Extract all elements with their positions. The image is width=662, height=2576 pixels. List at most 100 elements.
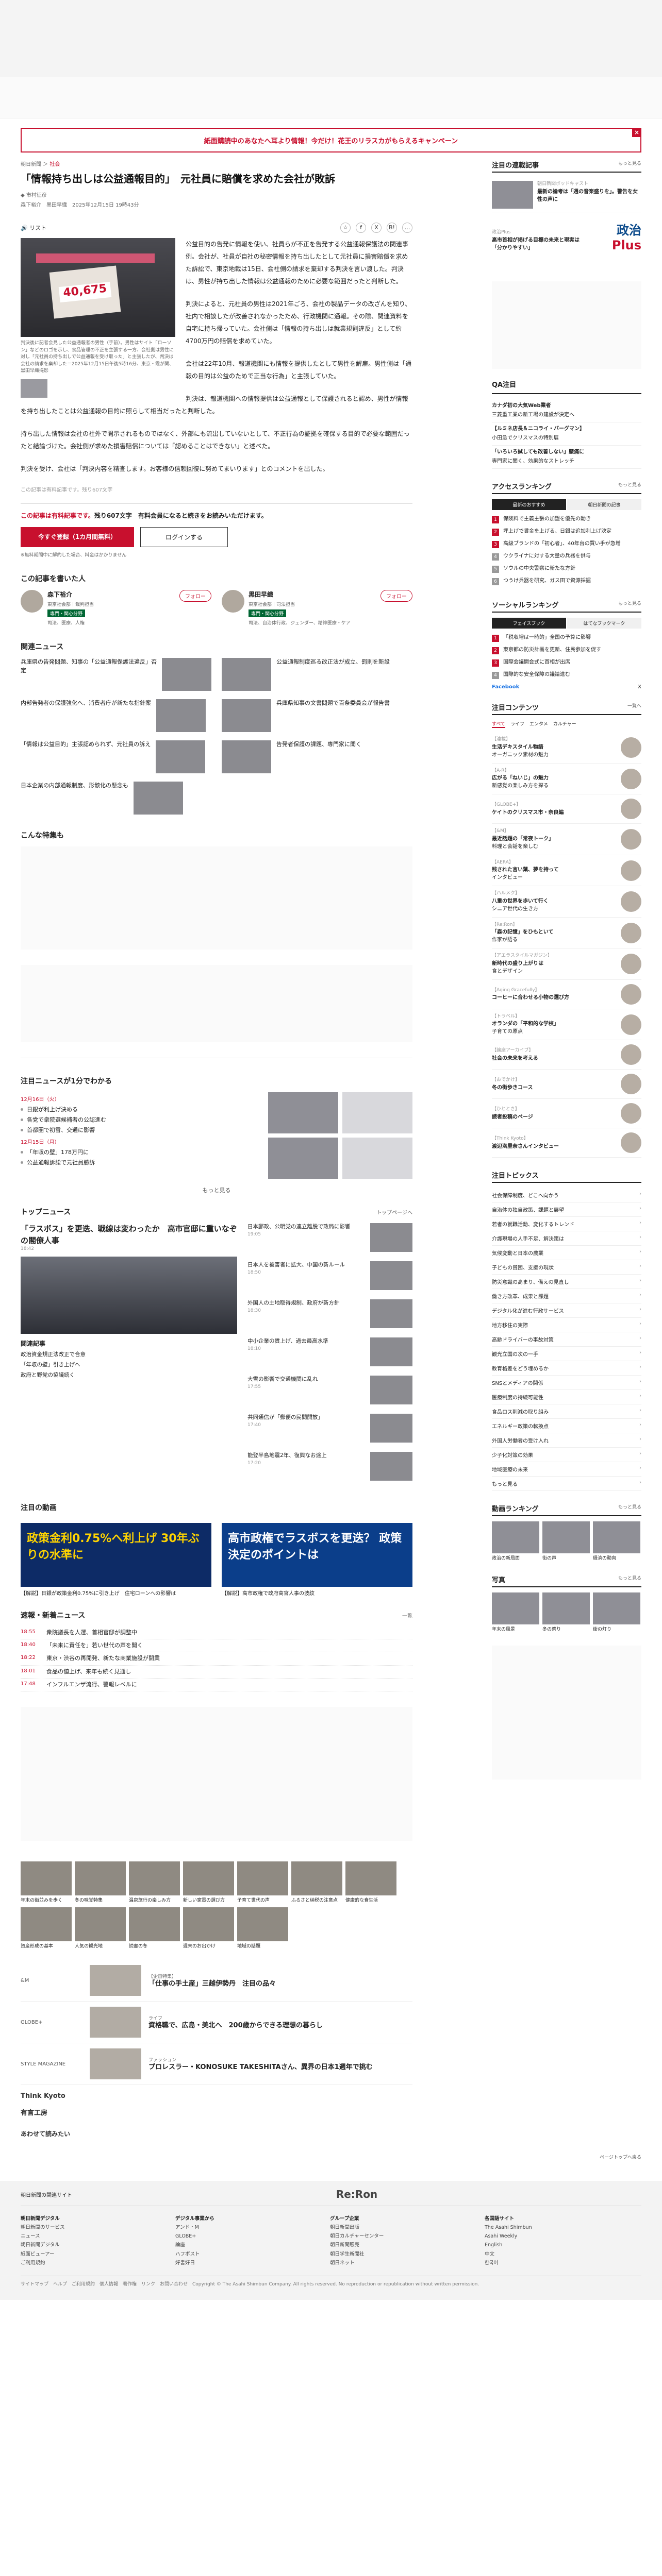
list-item[interactable]: 18:40 「未来に責任を」若い世代の声を聞く <box>21 1639 412 1653</box>
list-item[interactable]: 内部告発者の保護強化へ、消費者庁が新たな指針案 <box>21 699 211 732</box>
more-link[interactable]: もっと見る <box>618 1503 641 1513</box>
facebook-follow[interactable]: Facebook <box>492 684 519 690</box>
list-item[interactable]: 18:01 食品の値上げ、来年も続く見通し <box>21 1666 412 1679</box>
more-link[interactable]: もっと見る <box>618 1574 641 1584</box>
more-icon[interactable]: … <box>402 223 412 233</box>
x-follow[interactable]: X <box>638 684 641 690</box>
topic-item[interactable]: SNSとメディアの関係 › <box>492 1376 641 1391</box>
follow-button[interactable]: フォロー <box>179 590 211 602</box>
partner-item[interactable]: GLOBE+ ライフ 資格職で、広島・美北へ 200歳からできる理想の暮らし <box>21 2002 412 2044</box>
topic-item[interactable]: 高齢ドライバーの事故対策 › <box>492 1332 641 1347</box>
footer-link[interactable]: 朝日新聞デジタル <box>21 2241 155 2249</box>
tab-facebook[interactable]: フェイスブック <box>492 618 566 629</box>
tab-all[interactable]: すべて <box>492 720 506 728</box>
promo-item[interactable]: 年末の街並みを歩く <box>21 1861 72 1904</box>
topic-item[interactable]: 医療制度の持続可能性 › <box>492 1390 641 1405</box>
more-link[interactable]: もっと見る <box>618 160 641 170</box>
list-item[interactable]: 日本企業の内部通報制度、形骸化の懸念も <box>21 782 211 815</box>
footer-link[interactable]: 朝日ネット <box>330 2259 464 2267</box>
ranking-item[interactable]: 2 坪上げで賃金を上げる、日銀は追加利上げ決定 <box>492 526 641 538</box>
partner-item[interactable]: STYLE MAGAZINE ファッション プロレスラー・KONOSUKE TAKE… <box>21 2043 412 2086</box>
list-item[interactable]: 公益通報制度巡る改正法が成立、罰則を新設 <box>222 658 412 691</box>
promo-item[interactable]: 子育て世代の声 <box>237 1861 288 1904</box>
promo-item[interactable]: 健康的な食生活 <box>345 1861 396 1904</box>
topic-item[interactable]: 地方移住の実際 › <box>492 1318 641 1333</box>
footer-logo[interactable]: Re:Ron <box>336 2188 377 2200</box>
news-row[interactable]: 共同通信が「郵便の民間開放」 17:40 <box>247 1414 412 1447</box>
topic-item[interactable]: 自治体の独自政策、課題と展望 › <box>492 1202 641 1217</box>
x-icon[interactable]: X <box>371 223 382 233</box>
serial-item[interactable]: 【AERA】 残された言い葉、夢を持って インタビュー <box>492 855 641 887</box>
serial-item[interactable]: 【アエラスタイルマガジン】 新時代の盛り上がりは 食とデザイン <box>492 948 641 980</box>
digest-item[interactable]: 各党で衆院選候補者の公認進む <box>21 1115 247 1125</box>
footer-link[interactable]: ご利用規約 <box>21 2259 155 2267</box>
qa-item[interactable]: 【ルミネ店長＆ニコライ・バーグマン】 小田急でクリスマスの特別展 <box>492 422 641 446</box>
digest-item[interactable]: 「年収の壁」178万円に <box>21 1147 247 1158</box>
footer-link[interactable]: 好書好日 <box>175 2259 309 2267</box>
tab-recommend[interactable]: 最新のおすすめ <box>492 499 566 511</box>
list-item[interactable]: 「情報は公益目的」主張認められず、元社員の訴え <box>21 740 211 773</box>
footer-link[interactable]: 紙面ビューアー <box>21 2250 155 2259</box>
serial-item[interactable]: 【Think Kyoto】 渡辺満里奈さんインタビュー <box>492 1128 641 1158</box>
topic-item[interactable]: デジタル化が進む行政サービス › <box>492 1303 641 1318</box>
photo-thumb[interactable] <box>21 379 47 398</box>
footer-link[interactable]: GLOBE+ <box>175 2232 309 2241</box>
news-row[interactable]: 日本郵政、公明党の連立離脱で政局に影響 19:05 <box>247 1223 412 1256</box>
serial-item[interactable]: 【連載】 生活デキスタイル物語 オーガニック素材の魅力 <box>492 732 641 764</box>
latest-more[interactable]: 一覧 <box>402 1612 412 1619</box>
footer-link[interactable]: ハフポスト <box>175 2250 309 2259</box>
serial-item[interactable]: 【論座アーカイブ】 社会の未来を考える <box>492 1040 641 1070</box>
writer-card[interactable]: 黒田早織 東京社会部｜司法担当 専門・関心分野 司法、自治体行政、ジェンダー、精… <box>222 590 412 626</box>
footer-link[interactable]: 한국어 <box>485 2259 619 2267</box>
topic-item[interactable]: 少子化対策の効果 › <box>492 1448 641 1463</box>
qa-item[interactable]: カナダ初の大気Web業者 三菱重工業の新工場の建設が決定へ <box>492 399 641 423</box>
rel-item[interactable]: 政治資金規正法改正で合意 <box>21 1350 237 1360</box>
partner-item[interactable]: &M 【企画特集】 「仕事の手土産」三越伊勢丹 注目の品々 <box>21 1960 412 2002</box>
ranking-item[interactable]: 1 保険料で主義主張の加盟を優先の動き <box>492 513 641 526</box>
ranking-item[interactable]: 3 国際会議開会式に首相が出席 <box>492 656 641 669</box>
promo-item[interactable]: 地域の話題 <box>237 1907 288 1950</box>
brand-logo[interactable]: Think Kyoto <box>21 2092 412 2100</box>
ranking-item[interactable]: 5 ソウルの中央警察に新たな方針 <box>492 563 641 575</box>
topic-item[interactable]: 社会保障制度、どこへ向かう › <box>492 1188 641 1203</box>
crumb-section[interactable]: 朝日新聞 <box>21 162 41 167</box>
serial-item[interactable]: 【ハルメク】 八重の世界を歩いて行く シニア世代の生き方 <box>492 886 641 918</box>
serial-item[interactable]: 【ひととき】 読者投稿のページ <box>492 1099 641 1129</box>
author[interactable]: 市村征彦 <box>26 193 47 198</box>
topic-item[interactable]: 若者の就職活動、変化するトレンド › <box>492 1217 641 1232</box>
footer-link[interactable]: 論座 <box>175 2241 309 2249</box>
video-carousel[interactable] <box>492 1521 641 1554</box>
plus-promo[interactable]: 政治Plus 高市首相が掲げる目標の未来と現実は「分かりやすい」 政治 Plus <box>492 212 641 269</box>
facebook-icon[interactable]: f <box>356 223 366 233</box>
topic-item[interactable]: 食品ロス削減の取り組み › <box>492 1404 641 1419</box>
topic-item[interactable]: 介護現場の人手不足、解決策は › <box>492 1231 641 1246</box>
tab-culture[interactable]: カルチャー <box>553 720 576 728</box>
news-row[interactable]: 日本人を被害者に拡大、中国の新ルール 18:50 <box>247 1261 412 1294</box>
more-link[interactable]: 一覧へ <box>627 702 641 712</box>
topic-item[interactable]: 教育格差をどう埋めるか › <box>492 1361 641 1376</box>
digest-images[interactable] <box>268 1092 412 1179</box>
writer-name[interactable]: 黒田早織 <box>249 590 351 599</box>
qa-item[interactable]: 「いろいろ試しても改善しない」腰痛に 専門家に聞く、効果的なストレッチ <box>492 446 641 469</box>
lead-image[interactable] <box>21 1257 237 1334</box>
topnews-more[interactable]: トップページへ <box>376 1208 412 1216</box>
list-item[interactable]: 告発者保護の課題、専門家に聞く <box>222 740 412 773</box>
promo-item[interactable]: 冬の味覚特集 <box>75 1861 126 1904</box>
news-row[interactable]: 外国人の土地取得規制、政府が新方針 18:30 <box>247 1299 412 1332</box>
tab-hatena[interactable]: はてなブックマーク <box>567 618 641 629</box>
serial-item[interactable]: 【GLOBE+】 ケイトのクリスマス市・奈良編 <box>492 794 641 824</box>
footer-link[interactable]: アンド・M <box>175 2223 309 2232</box>
ranking-item[interactable]: 1 「税収増は一時的」全国の予算に影響 <box>492 632 641 644</box>
topic-item[interactable]: 気候変動と日本の農業 › <box>492 1246 641 1261</box>
ranking-item[interactable]: 4 国際的な安全保障の議論進む <box>492 669 641 681</box>
ranking-item[interactable]: 2 東京都の防災計画を更新、住民参加を促す <box>492 644 641 656</box>
footer-link[interactable]: 朝日新聞のサービス <box>21 2223 155 2232</box>
more-link[interactable]: もっと見る <box>618 481 641 491</box>
writer-card[interactable]: 森下裕介 東京社会部｜裁判担当 専門・関心分野 司法、医療、人権 フォロー <box>21 590 211 626</box>
more-link[interactable]: もっと見る <box>618 600 641 609</box>
promo-item[interactable]: 資産形成の基本 <box>21 1907 72 1950</box>
pagetop-link[interactable]: ページトップへ戻る <box>21 2154 641 2160</box>
article-photo[interactable]: 40,675 <box>21 238 175 337</box>
video-card[interactable]: 高市政権でラスボスを更迭？ 政策決定のポイントは 【解説】高市政権で政府高官人事… <box>222 1523 412 1598</box>
list-item[interactable]: 17:48 インフルエンザ流行、警報レベルに <box>21 1679 412 1691</box>
